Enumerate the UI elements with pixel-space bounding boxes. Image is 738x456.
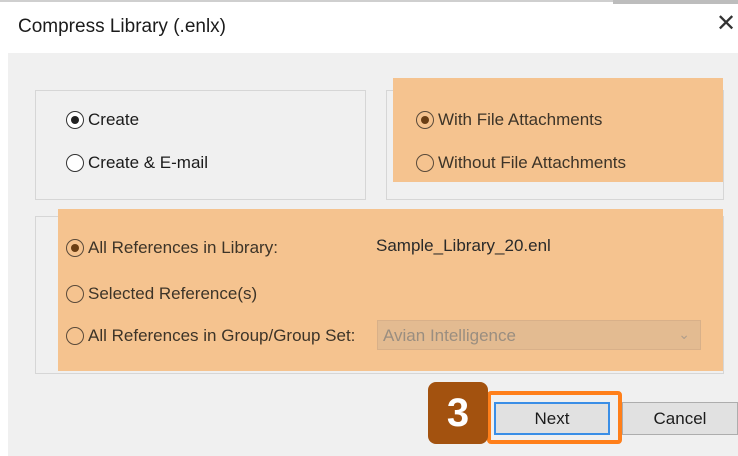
radio-create-label[interactable]: Create: [88, 110, 139, 130]
radio-group-set[interactable]: All References in Group/Group Set:: [66, 326, 355, 346]
chevron-down-icon[interactable]: ⌄: [678, 326, 690, 343]
radio-without-attachments-label[interactable]: Without File Attachments: [438, 153, 626, 173]
radio-selected-references-label[interactable]: Selected Reference(s): [88, 284, 257, 304]
radio-all-references-label[interactable]: All References in Library:: [88, 238, 278, 258]
radio-group-set-label[interactable]: All References in Group/Group Set:: [88, 326, 355, 346]
group-select[interactable]: Avian Intelligence ⌄: [377, 320, 701, 350]
radio-create-email[interactable]: Create & E-mail: [66, 153, 208, 173]
radio-selected-references-circle[interactable]: [66, 285, 84, 303]
radio-with-attachments-label[interactable]: With File Attachments: [438, 110, 602, 130]
radio-create-circle[interactable]: [66, 111, 84, 129]
radio-without-attachments-circle[interactable]: [416, 154, 434, 172]
radio-all-references[interactable]: All References in Library:: [66, 238, 278, 258]
radio-with-attachments[interactable]: With File Attachments: [416, 110, 602, 130]
close-icon[interactable]: ✕: [716, 12, 736, 36]
radio-create[interactable]: Create: [66, 110, 139, 130]
next-button[interactable]: Next: [494, 402, 610, 435]
radio-all-references-circle[interactable]: [66, 239, 84, 257]
step-number-badge: 3: [428, 382, 488, 444]
radio-create-email-label[interactable]: Create & E-mail: [88, 153, 208, 173]
radio-create-email-circle[interactable]: [66, 154, 84, 172]
window-top-border-accent: [613, 0, 738, 4]
radio-selected-references[interactable]: Selected Reference(s): [66, 284, 257, 304]
window-title: Compress Library (.enlx): [18, 16, 226, 37]
radio-group-set-circle[interactable]: [66, 327, 84, 345]
cancel-button[interactable]: Cancel: [622, 402, 738, 435]
library-name: Sample_Library_20.enl: [376, 236, 551, 255]
radio-without-attachments[interactable]: Without File Attachments: [416, 153, 626, 173]
action-group: [35, 90, 366, 200]
group-select-value: Avian Intelligence: [383, 326, 516, 345]
radio-with-attachments-circle[interactable]: [416, 111, 434, 129]
